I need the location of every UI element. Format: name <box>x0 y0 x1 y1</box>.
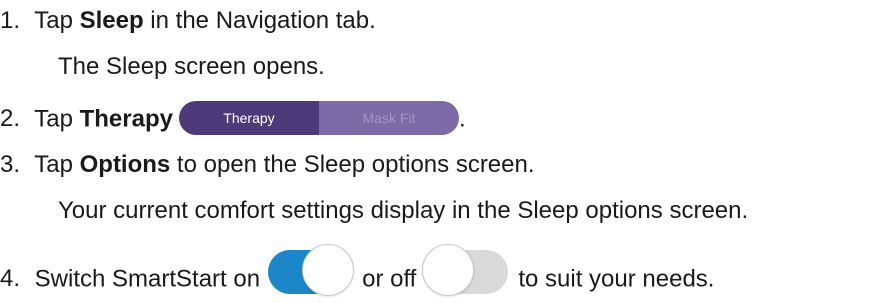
step-bold: Therapy <box>79 105 173 133</box>
smartstart-off-toggle[interactable] <box>422 244 509 296</box>
step-3-result: Your current comfort settings display in… <box>58 197 749 224</box>
therapy-segmented-control[interactable]: Therapy Mask Fit <box>178 101 459 135</box>
step-bold: Sleep <box>79 7 144 34</box>
step-2: 2. Tap Therapy Therapy Mask Fit. <box>0 101 466 137</box>
step-text-mid: or off <box>362 265 417 293</box>
step-number: 3. <box>0 151 21 178</box>
step-text-post: to suit your needs. <box>518 265 715 293</box>
step-text-pre: Tap <box>34 7 80 34</box>
step-4: 4. Switch SmartStart on or off to suit you… <box>0 244 715 302</box>
step-text-post: . <box>458 105 466 133</box>
step-text-post: in the Navigation tab. <box>143 7 376 34</box>
toggle-knob <box>302 244 355 296</box>
step-text-pre: Tap <box>34 105 80 133</box>
segment-therapy[interactable]: Therapy <box>178 101 319 135</box>
step-1-result: The Sleep screen opens. <box>58 53 325 80</box>
step-text-pre: Tap <box>34 151 80 178</box>
step-text-post: to open the Sleep options screen. <box>170 151 535 178</box>
step-bold: Options <box>79 151 171 178</box>
segment-mask-fit[interactable]: Mask Fit <box>319 101 459 135</box>
smartstart-on-toggle[interactable] <box>268 244 355 296</box>
step-number: 2. <box>0 105 21 133</box>
toggle-knob <box>422 244 475 296</box>
step-number: 4. <box>0 265 21 293</box>
step-3: 3. Tap Options to open the Sleep options… <box>0 150 535 180</box>
step-1: 1. Tap Sleep in the Navigation tab. <box>0 6 376 36</box>
step-text-pre: Switch SmartStart on <box>34 265 261 293</box>
step-number: 1. <box>0 7 21 34</box>
